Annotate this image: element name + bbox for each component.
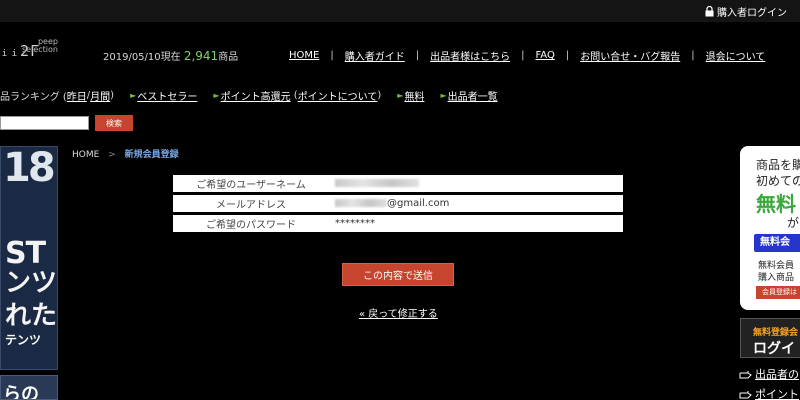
back-link[interactable]: « 戻って修正する — [359, 305, 438, 320]
lock-icon — [705, 6, 714, 17]
about-points-link[interactable]: ポイントについて — [298, 88, 378, 103]
count-suffix: 商品 — [218, 52, 239, 63]
right-login-banner[interactable]: 無料登録会 ログイ — [740, 318, 800, 358]
nav-buyer-guide[interactable]: 購入者ガイド — [345, 48, 405, 63]
table-row: メールアドレス @gmail.com — [173, 195, 623, 212]
banner-text-2: ST — [5, 236, 46, 271]
right-links: 出品者の ポイント — [739, 364, 800, 400]
submit-button[interactable]: この内容で送信 — [342, 263, 454, 286]
nav-seller[interactable]: 出品者様はこちら — [430, 48, 510, 63]
left-promo-banner[interactable]: 18 ST ンツ れた テンツ — [0, 146, 58, 370]
high-points-link[interactable]: ポイント高還元 — [221, 88, 291, 103]
username-label: ご希望のユーザーネーム — [196, 180, 306, 191]
table-row: ご希望のユーザーネーム — [173, 175, 623, 192]
email-value: @gmail.com — [329, 198, 449, 209]
blurred-text — [335, 179, 419, 187]
banner-text-6: らの — [3, 384, 39, 400]
ranking-monthly-link[interactable]: 月間 — [90, 88, 110, 103]
member-signup-button[interactable]: 会員登録は — [756, 286, 800, 299]
banner-text-5: テンツ — [5, 333, 42, 347]
arrow-icon: ► — [397, 90, 404, 100]
arrow-icon: ► — [213, 90, 220, 100]
search-button[interactable]: 検索 — [95, 115, 133, 131]
arrow-icon: ► — [440, 90, 447, 100]
breadcrumb-current: 新規会員登録 — [124, 150, 179, 160]
username-value — [329, 178, 419, 189]
banner-text-4: れた — [5, 301, 58, 331]
points-link[interactable]: ポイント — [739, 384, 800, 400]
arrow-icon: ► — [130, 90, 137, 100]
main-nav: HOME | 購入者ガイド | 出品者様はこちら | FAQ | お問い合せ・バ… — [289, 48, 765, 63]
right-signup-panel: 商品を購 初めての 無料 が 無料会 無料会員 購入商品 会員登録は — [740, 146, 800, 310]
pointing-hand-icon — [739, 371, 752, 379]
registration-confirm-table: ご希望のユーザーネーム メールアドレス @gmail.com ご希望のパスワード… — [173, 175, 623, 235]
pointing-hand-icon — [739, 391, 752, 399]
panel-text-2: 初めての — [756, 174, 800, 188]
breadcrumb: HOME > 新規会員登録 — [72, 147, 179, 160]
table-row: ご希望のパスワード ******** — [173, 215, 623, 232]
seller-list-link[interactable]: 出品者一覧 — [448, 88, 498, 103]
buyer-login-link[interactable]: 購入者ログイン — [705, 4, 787, 19]
nav-withdraw[interactable]: 退会について — [706, 48, 766, 63]
site-header: ᵢᵢ2Γ peep selection 2019/05/10現在 2,941商品… — [0, 22, 800, 80]
logo-sub-selection: selection — [22, 45, 58, 54]
breadcrumb-home[interactable]: HOME — [72, 150, 99, 160]
nav-divider: | — [330, 50, 334, 61]
nav-contact[interactable]: お問い合せ・バグ報告 — [580, 48, 680, 63]
login-banner-top: 無料登録会 — [753, 328, 799, 338]
points-link-label: ポイント — [755, 388, 799, 400]
panel-small-2: 購入商品 — [758, 273, 795, 283]
banner-text-1: 18 — [3, 146, 56, 191]
top-bar: 購入者ログイン — [0, 0, 800, 22]
panel-text-1: 商品を購 — [756, 158, 800, 172]
login-banner-main: ログイ — [753, 341, 795, 357]
ranking-label: 品ランキング ( — [0, 91, 67, 103]
ranking-yesterday-link[interactable]: 昨日 — [67, 88, 87, 103]
nav-home[interactable]: HOME — [289, 50, 319, 61]
email-domain: @gmail.com — [387, 198, 450, 209]
nav-divider: | — [415, 50, 420, 61]
breadcrumb-separator: > — [108, 150, 116, 160]
paren-open: ( — [290, 89, 298, 101]
nav-divider: | — [521, 50, 525, 61]
blurred-text — [335, 199, 387, 207]
password-label: ご希望のパスワード — [206, 220, 296, 231]
nav-divider: | — [691, 50, 695, 61]
paren-close: ) — [377, 89, 382, 101]
panel-free-text: 無料 — [756, 192, 796, 216]
count-value: 2,941 — [183, 49, 219, 63]
nav-divider: | — [565, 50, 570, 61]
search-input[interactable] — [0, 116, 89, 130]
buyer-login-label: 購入者ログイン — [717, 8, 787, 19]
ranking-close: ) — [110, 89, 115, 101]
free-member-button[interactable]: 無料会 — [754, 234, 800, 252]
email-label: メールアドレス — [216, 200, 286, 211]
free-link[interactable]: 無料 — [404, 88, 424, 103]
banner-text-3: ンツ — [5, 268, 58, 298]
product-count: 2019/05/10現在 2,941商品 — [103, 48, 238, 63]
seller-link-label: 出品者の — [755, 368, 799, 381]
sub-nav: 品ランキング ( 昨日 / 月間 ) ► ベストセラー ► ポイント高還元 (ポイン… — [0, 88, 498, 103]
bestseller-link[interactable]: ベストセラー — [137, 88, 197, 103]
nav-faq[interactable]: FAQ — [535, 50, 554, 61]
password-value: ******** — [335, 218, 375, 229]
panel-text-ga: が — [787, 216, 800, 230]
logo-subtitle: peep selection — [22, 38, 58, 54]
left-promo-banner-2[interactable]: らの — [0, 375, 58, 400]
date-label: 2019/05/10現在 — [103, 52, 181, 63]
seller-link[interactable]: 出品者の — [739, 364, 800, 384]
